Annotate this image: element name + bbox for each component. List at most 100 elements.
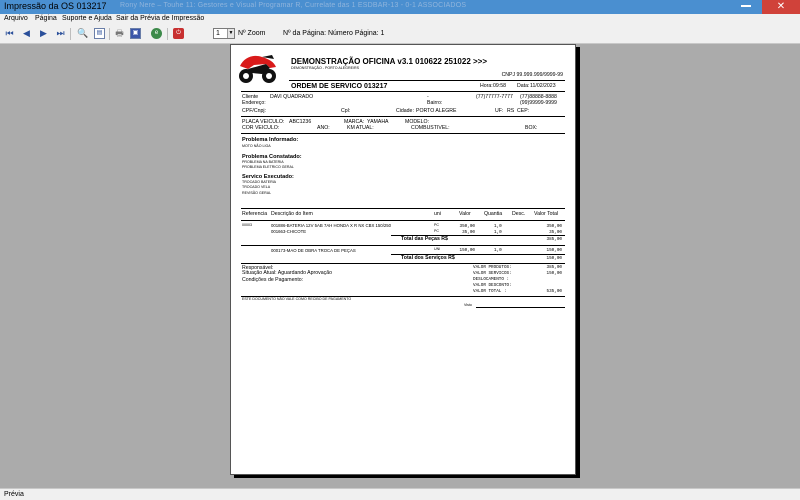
- endereco-label: Endereço:: [242, 100, 266, 106]
- menu-sair-previa[interactable]: Sair da Prévia de Impressão: [116, 15, 204, 22]
- menu-bar: Arquivo Página Suporte e Ajuda Sair da P…: [0, 14, 800, 24]
- status-bar: Prévia: [0, 488, 800, 500]
- last-page-icon[interactable]: ⏭: [55, 28, 66, 39]
- part-total: 350,00: [546, 224, 562, 229]
- problema-informado-line: MOTO NÃO LIGA: [242, 144, 271, 148]
- service-valor: 150,00: [459, 248, 475, 253]
- situacao-atual: Situação Atual: Aguardando Aprovação: [242, 270, 332, 276]
- total-servicos-value: 150,00: [546, 256, 562, 261]
- menu-suporte-ajuda[interactable]: Suporte e Ajuda: [62, 15, 112, 22]
- company-cnpj: CNPJ 99.999.999/9999-99: [501, 72, 563, 78]
- prev-page-icon[interactable]: ◀: [21, 28, 32, 39]
- service-uni: UNI: [434, 247, 441, 251]
- divider: [241, 220, 565, 221]
- summary-label: DESLOCAMENTO :: [473, 277, 510, 282]
- summary-label: VALOR PRODUTOS:: [473, 265, 512, 270]
- placa-value: ABC1236: [289, 119, 312, 125]
- signature-line: [476, 307, 565, 308]
- part-valor: 350,00: [459, 224, 475, 229]
- box-label: BOX:: [525, 125, 538, 131]
- service-total: 150,00: [546, 248, 562, 253]
- problema-informado-heading: Problema Informado:: [242, 137, 299, 143]
- col-descricao: Descrição do Item: [271, 211, 313, 217]
- cep-label: CEP:: [517, 108, 530, 114]
- part-desc: 001886-BATERIA 12V 5AB 7AH HONDA X R NX …: [271, 223, 392, 228]
- hora-label: Hora:: [480, 83, 493, 89]
- title-bar: Impressão da OS 013217 Rony Nere – Touhe…: [0, 0, 800, 14]
- cor-label: COR VEICULO:: [242, 125, 280, 131]
- toolbar-separator: [167, 28, 168, 40]
- total-servicos-label: Total dos Serviços R$: [401, 255, 455, 261]
- servico-executado-line: REVISÃO GERAL: [242, 191, 272, 195]
- background-window-title: Rony Nere – Touhe 11: Gestores e Visual …: [120, 2, 467, 9]
- status-text: Prévia: [4, 491, 24, 498]
- col-valor-total: Valor Total: [534, 211, 559, 217]
- col-referencia: Referencia: [242, 211, 268, 217]
- minimize-icon[interactable]: [741, 5, 751, 7]
- chevron-down-icon: ▼: [227, 29, 234, 38]
- servico-executado-line: TROCADO VELA: [242, 185, 271, 189]
- web-icon[interactable]: e: [151, 28, 162, 39]
- condicoes-pagamento: Condições de Pagamento:: [242, 277, 304, 283]
- service-desc: 000173-MAO DE OBRA TROCA DE PEÇAS: [271, 248, 356, 253]
- next-page-icon[interactable]: ▶: [38, 28, 49, 39]
- summary-value: 150,00: [546, 271, 562, 276]
- zoom-icon[interactable]: 🔍: [77, 28, 88, 39]
- col-valor: Valor: [459, 211, 471, 217]
- phone-3: (99)99999-9999: [520, 100, 557, 106]
- summary-label: VALOR TOTAL :: [473, 289, 507, 294]
- toolbar-separator: [70, 28, 71, 40]
- page-layout-icon[interactable]: ▤: [94, 28, 105, 39]
- close-button[interactable]: ✕: [762, 0, 800, 14]
- cliente-value: DAVI QUADRADO: [270, 94, 314, 100]
- part-qtd: 1,0: [494, 224, 502, 229]
- col-uni: uni: [434, 211, 441, 217]
- page-number-label: Nº da Página: Número Página: 1: [283, 30, 385, 37]
- col-desc: Desc.: [512, 211, 526, 217]
- divider: [241, 91, 565, 92]
- bairro-label: Bairro:: [427, 100, 443, 106]
- cidade-value: PORTO ALEGRE: [416, 108, 457, 114]
- zoom-label: Nº Zoom: [238, 30, 266, 37]
- visto-label: Visto: [464, 303, 472, 307]
- part-uni: PC: [434, 229, 439, 233]
- cidade-label: Cidade:: [396, 108, 414, 114]
- divider: [289, 80, 565, 81]
- item-ref: 00003: [242, 223, 252, 227]
- menu-pagina[interactable]: Página: [35, 15, 57, 22]
- uf-value: RS: [507, 108, 515, 114]
- print-preview-icon[interactable]: ▣: [130, 28, 141, 39]
- combustivel-label: COMBUSTIVEL:: [411, 125, 450, 131]
- print-icon[interactable]: 🖶: [114, 28, 125, 39]
- km-label: KM ATUAL:: [347, 125, 374, 131]
- company-subtitle: DEMONSTRAÇÃO - PORTO ALEGRE/RS: [291, 66, 359, 70]
- total-pecas-value: 385,00: [546, 237, 562, 242]
- summary-value: 385,00: [546, 265, 562, 270]
- company-logo-icon: [239, 55, 276, 83]
- divider: [241, 116, 565, 117]
- report-page: DEMONSTRAÇÃO OFICINA v3.1 010622 251022 …: [230, 44, 576, 475]
- company-name: DEMONSTRAÇÃO OFICINA v3.1 010622 251022 …: [291, 57, 488, 66]
- report-title: ORDEM DE SERVICO 013217: [291, 83, 388, 90]
- pdf-icon[interactable]: ⏻: [173, 28, 184, 39]
- summary-label: VALOR DESCONTO:: [473, 283, 512, 288]
- col-quantia: Quantia: [484, 211, 503, 217]
- part-uni: PC: [434, 223, 439, 227]
- divider: [241, 208, 565, 209]
- first-page-icon[interactable]: ⏮: [4, 28, 15, 39]
- cpl-label: Cpl:: [341, 108, 351, 114]
- uf-label: UF:: [495, 108, 504, 114]
- menu-arquivo[interactable]: Arquivo: [4, 15, 28, 22]
- divider: [241, 133, 565, 134]
- summary-label: VALOR SERVICOS:: [473, 271, 512, 276]
- divider: [241, 245, 565, 246]
- ano-label: ANO:: [317, 125, 330, 131]
- phone-1: (77)77777-7777: [476, 94, 513, 100]
- hora-value: 09:58: [493, 83, 506, 89]
- cpf-label: CPF/Cnpj:: [242, 108, 266, 114]
- zoom-select[interactable]: 1 ▼: [213, 28, 235, 39]
- part-desc: 001663-CHICOTE: [271, 229, 307, 234]
- total-pecas-label: Total das Peças R$: [401, 236, 448, 242]
- zoom-value: 1: [216, 30, 220, 37]
- disclaimer: ESTE DOCUMENTO NÃO VALE COMO RECIBO DE P…: [242, 297, 352, 301]
